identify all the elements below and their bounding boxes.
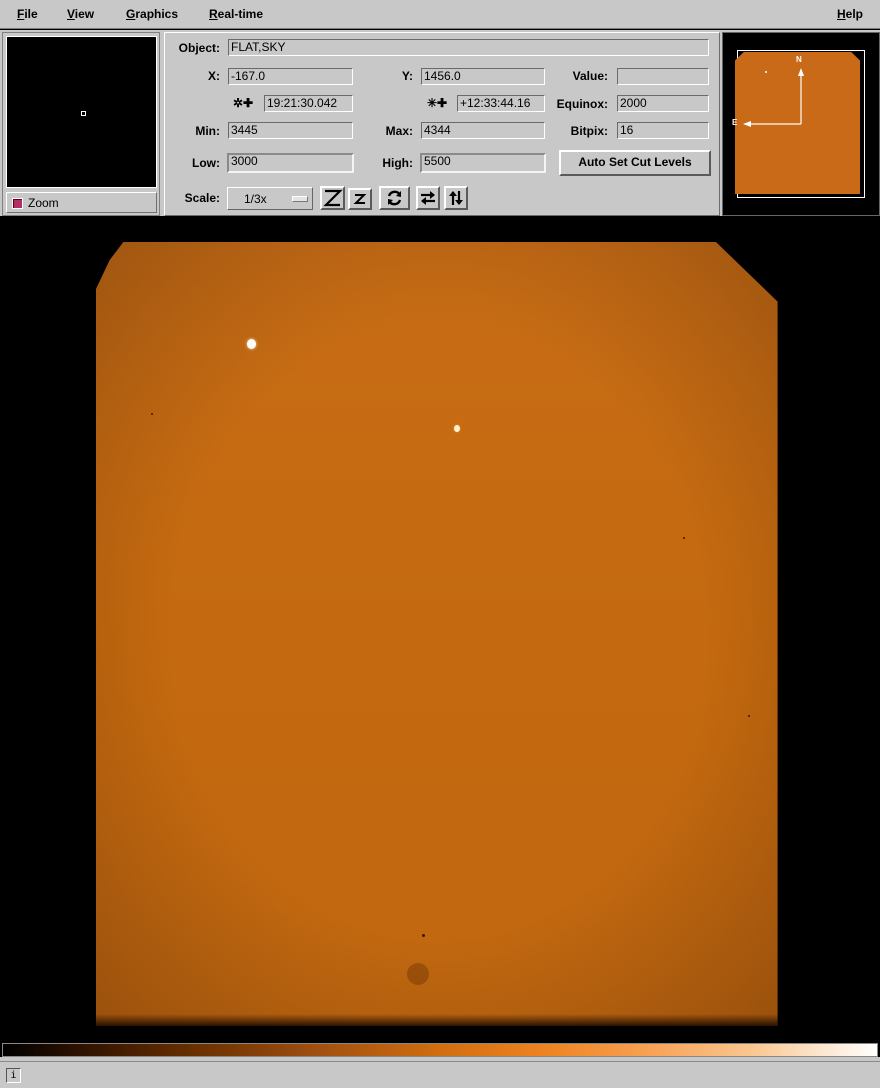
info-icon[interactable]: i [6, 1068, 21, 1083]
scale-value: 1/3x [244, 192, 267, 206]
high-cut-input[interactable]: 5500 [420, 153, 546, 173]
high-label: High: [382, 156, 413, 170]
zoom-view[interactable] [6, 36, 157, 188]
value-field [617, 68, 709, 85]
menu-realtime[interactable]: Real-time [209, 7, 263, 21]
rotate-icon [387, 190, 402, 206]
equinox-field: 2000 [617, 95, 709, 112]
ra-field: 19:21:30.042 [264, 95, 353, 112]
flip-horizontal-icon [421, 191, 435, 205]
image-canvas[interactable] [0, 216, 880, 1042]
east-label: E [732, 118, 738, 127]
dec-field: +12:33:44.16 [457, 95, 545, 112]
bitpix-field: 16 [617, 122, 709, 139]
scale-label: Scale: [184, 191, 220, 205]
status-bar: i [0, 1061, 880, 1088]
dark-pixel [748, 715, 750, 717]
flip-y-button[interactable] [444, 186, 468, 210]
max-label: Max: [385, 124, 413, 138]
zoom-out-z-icon [353, 194, 367, 204]
dark-pixel [683, 537, 685, 539]
object-label: Object: [178, 41, 220, 55]
min-field: 3445 [228, 122, 353, 139]
zoom-panel: Zoom [2, 32, 160, 216]
x-field: -167.0 [228, 68, 353, 85]
flip-vertical-icon [449, 191, 463, 205]
value-label: Value: [572, 69, 608, 83]
menu-graphics[interactable]: Graphics [126, 7, 178, 21]
max-field: 4344 [421, 122, 545, 139]
object-field: FLAT,SKY [228, 39, 709, 56]
low-label: Low: [192, 156, 220, 170]
bitpix-label: Bitpix: [570, 124, 608, 138]
faint-star [454, 425, 460, 432]
dust-mote [407, 963, 429, 985]
zoom-out-button[interactable] [348, 188, 372, 210]
x-label: X: [208, 69, 220, 83]
ra-compass-icon: ✲✚ [233, 96, 254, 110]
menubar: File View Graphics Real-time Help [0, 0, 880, 29]
equinox-label: Equinox: [556, 97, 608, 111]
low-cut-input[interactable]: 3000 [227, 153, 354, 173]
flat-field-image [96, 242, 778, 1026]
bright-star [247, 339, 256, 349]
colorbar[interactable] [2, 1043, 878, 1057]
zoom-checkbox[interactable] [12, 198, 23, 209]
panner[interactable]: N E [722, 32, 880, 216]
rotate-button[interactable] [379, 186, 410, 210]
dec-compass-icon: ✳✚ [427, 96, 448, 110]
zoom-label: Zoom [28, 196, 59, 210]
dark-pixel [151, 413, 153, 415]
north-label: N [796, 55, 802, 64]
y-field: 1456.0 [421, 68, 545, 85]
scale-dropdown[interactable]: 1/3x [227, 187, 313, 210]
zoom-in-z-icon [323, 189, 343, 207]
zoom-toggle[interactable]: Zoom [6, 192, 157, 213]
zoom-in-button[interactable] [320, 186, 345, 210]
zoom-cursor-marker [81, 111, 86, 116]
info-panel: Object: FLAT,SKY X: -167.0 Y: 1456.0 Val… [164, 32, 720, 216]
dropdown-indicator-icon [292, 196, 308, 202]
auto-set-cut-levels-button[interactable]: Auto Set Cut Levels [559, 150, 711, 176]
control-panel: Zoom Object: FLAT,SKY X: -167.0 Y: 1456.… [0, 30, 880, 216]
flip-x-button[interactable] [416, 186, 440, 210]
y-label: Y: [401, 69, 413, 83]
menu-help[interactable]: Help [837, 7, 863, 21]
dark-pixel [422, 934, 425, 937]
min-label: Min: [195, 124, 220, 138]
menu-file[interactable]: File [17, 7, 38, 21]
menu-view[interactable]: View [67, 7, 94, 21]
